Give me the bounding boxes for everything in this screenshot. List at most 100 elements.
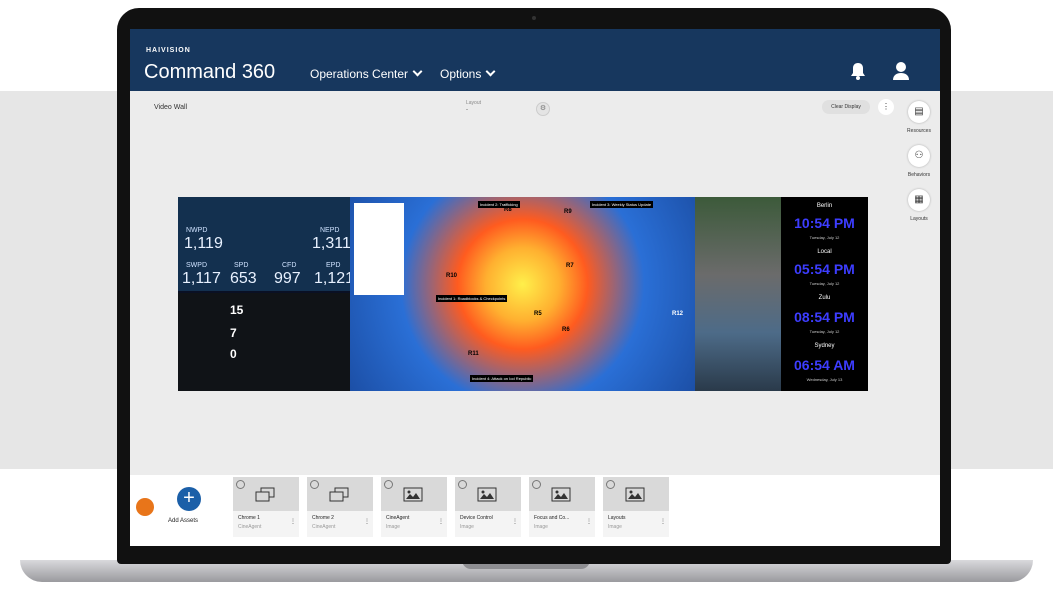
clock-city: Sydney: [814, 343, 835, 349]
metrics-panel: 15 7 0: [178, 293, 350, 391]
asset-card[interactable]: Layouts Image ⋮: [603, 477, 669, 537]
map-legend: [354, 203, 404, 295]
stat-value: 1,121: [314, 270, 355, 287]
camera-dot: [532, 16, 536, 20]
settings-icon[interactable]: ⚙: [536, 102, 550, 116]
assets-toggle-button[interactable]: [136, 498, 154, 516]
chevron-down-icon: [485, 66, 496, 77]
layouts-icon[interactable]: ▦: [908, 189, 930, 211]
kebab-icon[interactable]: ⋮: [364, 518, 370, 525]
asset-type: CineAgent: [238, 524, 262, 530]
incident-label: Incident 2: Trafficking: [478, 201, 520, 208]
asset-card[interactable]: Focus and Co... Image ⋮: [529, 477, 595, 537]
asset-card[interactable]: Chrome 2 CineAgent ⋮: [307, 477, 373, 537]
stat-value: 1,119: [184, 235, 223, 252]
layout-label: Layout: [466, 100, 482, 106]
add-assets-label: Add Assets: [168, 518, 199, 524]
resources-icon[interactable]: ▤: [908, 101, 930, 123]
nav-options[interactable]: Options: [440, 66, 496, 81]
select-circle-icon[interactable]: [532, 480, 541, 489]
stat-value: 997: [274, 270, 301, 287]
side-label-behaviors: Behaviors: [907, 172, 931, 178]
stat-label: SPD: [234, 262, 249, 269]
clock-city: Zulu: [818, 295, 831, 301]
kebab-icon[interactable]: ⋮: [290, 518, 296, 525]
asset-type: CineAgent: [312, 524, 336, 530]
stat-label: EPD: [326, 262, 341, 269]
stack-icon: [329, 487, 349, 502]
region-label: R12: [672, 311, 684, 317]
world-clocks-panel: Berlin 10:54 PM Tuesday, July 12 Local 0…: [781, 197, 868, 391]
asset-card[interactable]: Chrome 1 CineAgent ⋮: [233, 477, 299, 537]
user-icon[interactable]: [892, 61, 910, 81]
asset-title: Device Control: [460, 515, 493, 521]
add-assets-button[interactable]: +: [177, 487, 201, 511]
asset-card[interactable]: CineAgent Image ⋮: [381, 477, 447, 537]
metric-number: 15: [230, 303, 244, 317]
select-circle-icon[interactable]: [458, 480, 467, 489]
video-wall[interactable]: NWPD 1,119 NEPD 1,311 SWPD 1,117 SPD 653…: [178, 197, 868, 391]
stat-value: 1,311: [312, 235, 351, 252]
stat-value: 1,117: [182, 270, 221, 287]
asset-type: Image: [608, 524, 622, 530]
brand-company: HAIVISION: [146, 47, 191, 54]
asset-title: Focus and Co...: [534, 515, 570, 521]
clock-time: 05:54 PM: [794, 261, 855, 277]
region-label: R6: [562, 327, 570, 333]
brand-product[interactable]: Command 360: [144, 61, 275, 84]
image-icon: [403, 487, 423, 502]
app-screen: HAIVISION Command 360 Operations Center …: [130, 29, 940, 546]
satellite-panel: [695, 197, 781, 391]
clock-time: 08:54 PM: [794, 309, 855, 325]
side-label-layouts: Layouts: [910, 216, 928, 222]
asset-card[interactable]: Device Control Image ⋮: [455, 477, 521, 537]
asset-type: Image: [386, 524, 400, 530]
region-label: R10: [446, 273, 458, 279]
region-label: R7: [566, 263, 574, 269]
incident-label: Incident 4: Attack on Iod Republic: [470, 375, 534, 382]
page-title: Video Wall: [154, 104, 188, 111]
clock-date: Tuesday, July 12: [809, 235, 840, 240]
more-options-button[interactable]: ⋮: [878, 99, 894, 115]
nav-operations-center[interactable]: Operations Center: [310, 66, 423, 81]
asset-title: Chrome 2: [312, 515, 334, 521]
metric-number: 0: [230, 347, 237, 361]
asset-type: Image: [460, 524, 474, 530]
select-circle-icon[interactable]: [606, 480, 615, 489]
kebab-icon[interactable]: ⋮: [512, 518, 518, 525]
select-circle-icon[interactable]: [236, 480, 245, 489]
region-label: R11: [468, 351, 479, 357]
image-icon: [477, 487, 497, 502]
region-label: R5: [534, 311, 542, 317]
asset-title: Layouts: [608, 515, 626, 521]
kebab-icon[interactable]: ⋮: [438, 518, 444, 525]
clock-time: 06:54 AM: [794, 357, 855, 373]
chevron-down-icon: [412, 66, 423, 77]
select-circle-icon[interactable]: [384, 480, 393, 489]
incident-label: Incident 3: Weekly Status Update: [590, 201, 654, 208]
kebab-icon[interactable]: ⋮: [586, 518, 592, 525]
stat-label: NWPD: [186, 227, 208, 234]
region-label: R9: [564, 209, 572, 215]
asset-title: Chrome 1: [238, 515, 260, 521]
asset-title: CineAgent: [386, 515, 410, 521]
top-navbar: HAIVISION Command 360 Operations Center …: [130, 29, 940, 91]
image-icon: [551, 487, 571, 502]
bell-icon[interactable]: [850, 62, 866, 80]
clear-display-button[interactable]: Clear Display: [822, 100, 870, 114]
layout-value[interactable]: -: [466, 107, 468, 113]
sub-header: [130, 91, 940, 119]
clock-time: 10:54 PM: [794, 215, 855, 231]
kebab-icon[interactable]: ⋮: [660, 518, 666, 525]
select-circle-icon[interactable]: [310, 480, 319, 489]
clock-city: Berlin: [816, 203, 833, 209]
stats-panel: NWPD 1,119 NEPD 1,311 SWPD 1,117 SPD 653…: [178, 197, 354, 291]
clock-date: Wednesday, July 13: [806, 377, 843, 382]
stat-label: CFD: [282, 262, 297, 269]
behaviors-icon[interactable]: ⚇: [908, 145, 930, 167]
side-label-resources: Resources: [907, 128, 931, 134]
stat-label: NEPD: [320, 227, 340, 234]
stat-label: SWPD: [186, 262, 207, 269]
image-icon: [625, 487, 645, 502]
nav-operations-center-label: Operations Center: [310, 67, 409, 81]
